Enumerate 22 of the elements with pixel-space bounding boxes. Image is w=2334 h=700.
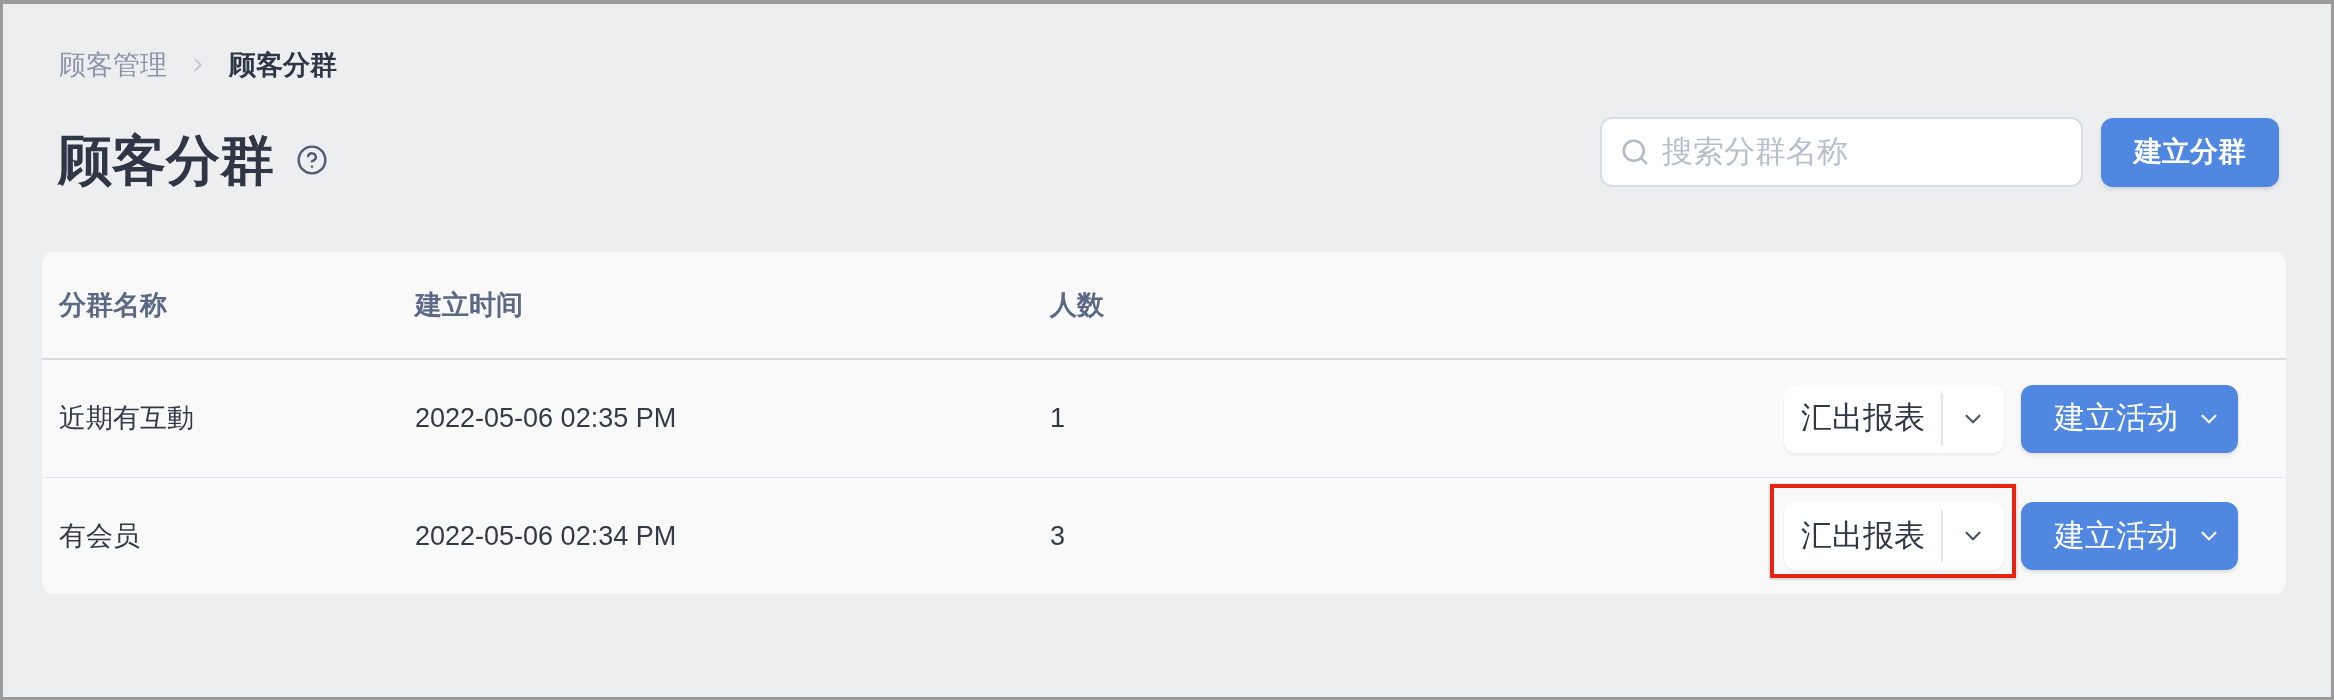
table-cell: 3 — [1050, 520, 1066, 551]
search-icon — [1620, 137, 1650, 167]
create-activity-button[interactable]: 建立活动 — [2021, 502, 2238, 570]
export-report-button[interactable]: 汇出报表 — [1784, 502, 1941, 570]
create-activity-button[interactable]: 建立活动 — [2021, 384, 2238, 453]
table-cell: 近期有互動 — [59, 403, 194, 434]
help-icon[interactable] — [296, 144, 328, 176]
export-dropdown-button[interactable] — [1941, 502, 2004, 570]
export-dropdown-button[interactable] — [1941, 384, 2004, 453]
column-header: 分群名称 — [59, 289, 167, 320]
table-cell: 有会员 — [59, 520, 140, 551]
table-cell: 1 — [1050, 403, 1066, 434]
column-header: 建立时间 — [415, 289, 523, 320]
table-cell: 2022-05-06 02:35 PM — [415, 403, 677, 434]
breadcrumb-current: 顾客分群 — [229, 49, 337, 82]
table-cell: 2022-05-06 02:34 PM — [415, 520, 677, 551]
create-segment-button[interactable]: 建立分群 — [2101, 117, 2279, 187]
search-field[interactable]: 搜索分群名称 — [1600, 117, 2083, 187]
breadcrumb-link[interactable]: 顾客管理 — [59, 45, 167, 85]
column-header: 人数 — [1050, 289, 1104, 320]
page-title: 顾客分群 — [58, 132, 274, 188]
export-report-button[interactable]: 汇出报表 — [1784, 384, 1941, 453]
